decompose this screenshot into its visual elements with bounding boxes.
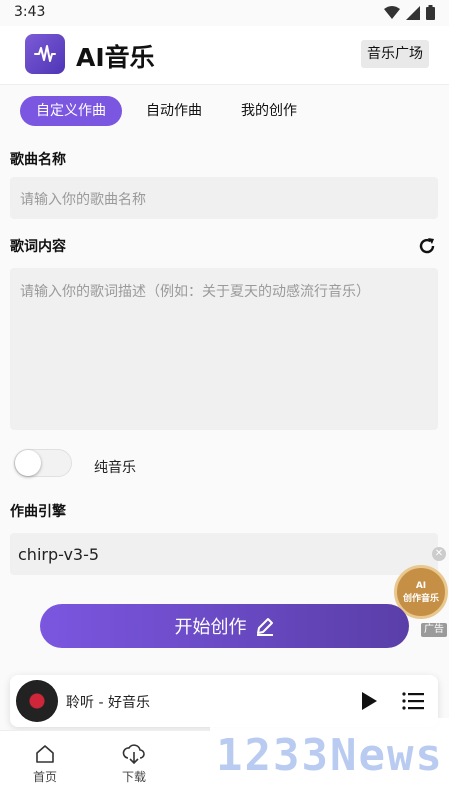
status-icons [384, 5, 435, 20]
player-title: 聆听 - 好音乐 [66, 695, 150, 711]
playlist-icon[interactable] [402, 691, 424, 711]
ad-line1: AI [415, 580, 427, 591]
download-icon [122, 744, 145, 765]
nav-home[interactable]: 首页 [15, 743, 75, 785]
song-name-placeholder: 请输入你的歌曲名称 [20, 192, 146, 208]
tab-custom-compose[interactable]: 自定义作曲 [20, 96, 122, 126]
status-bar: 3:43 [0, 0, 449, 26]
app-logo [25, 34, 65, 74]
engine-value: chirp-v3-5 [18, 545, 100, 564]
ad-line2: 创作音乐 [402, 593, 439, 604]
home-icon [36, 745, 54, 763]
nav-home-label: 首页 [32, 770, 57, 784]
song-name-label: 歌曲名称 [10, 152, 66, 168]
app-title: AI音乐 [76, 43, 155, 72]
signal-icon [406, 5, 420, 20]
watermark-text: 1233News [216, 730, 444, 781]
play-icon[interactable] [359, 691, 379, 711]
pencil-icon [256, 618, 273, 636]
lyrics-label: 歌词内容 [10, 239, 66, 255]
instrumental-label: 纯音乐 [94, 460, 136, 476]
tab-auto-compose[interactable]: 自动作曲 [146, 96, 202, 126]
nav-download-label: 下载 [121, 770, 146, 784]
start-create-button[interactable]: 开始创作 [40, 604, 409, 648]
wifi-icon [384, 5, 400, 19]
instrumental-toggle[interactable] [14, 449, 72, 477]
nav-download[interactable]: 下载 [104, 743, 164, 785]
music-plaza-button[interactable]: 音乐广场 [361, 40, 429, 68]
battery-icon [426, 5, 435, 20]
engine-label: 作曲引擎 [10, 504, 66, 520]
refresh-icon[interactable] [417, 236, 437, 256]
vinyl-disc-icon [16, 680, 58, 722]
tab-my-creations[interactable]: 我的创作 [241, 96, 297, 126]
status-time: 3:43 [14, 4, 46, 20]
lyrics-placeholder: 请输入你的歌词描述（例如：关于夏天的动感流行音乐） [20, 284, 370, 300]
ad-tag: 广告 [421, 623, 447, 637]
song-name-input[interactable]: 请输入你的歌曲名称 [10, 177, 438, 219]
waveform-icon [34, 45, 56, 62]
start-create-label: 开始创作 [174, 617, 247, 638]
toggle-knob [15, 450, 41, 476]
tab-bar: 自定义作曲 自动作曲 我的创作 [0, 94, 449, 128]
lyrics-textarea[interactable]: 请输入你的歌词描述（例如：关于夏天的动感流行音乐） [10, 268, 438, 430]
ad-close-button[interactable]: ✕ [432, 547, 446, 561]
app-header: AI音乐 音乐广场 [0, 26, 449, 85]
